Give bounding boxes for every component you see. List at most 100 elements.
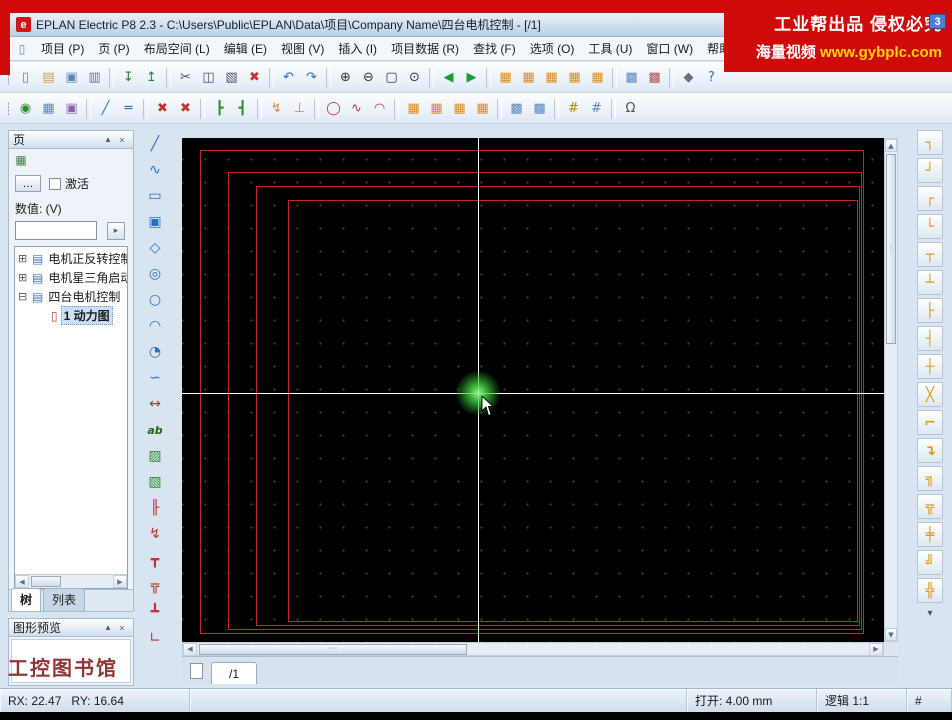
page-filter-icon[interactable]: ▦ (13, 152, 29, 168)
insert-symbol-icon[interactable]: ◉ (15, 98, 36, 119)
toolbar-separator[interactable] (109, 67, 114, 88)
canvas-horizontal-scrollbar[interactable]: ◀ ⋯ ▶ (182, 642, 884, 656)
rectangle-tool-icon[interactable]: ▭ (143, 184, 167, 208)
terminal-icon[interactable]: ◯ (323, 98, 344, 119)
next-page-icon[interactable]: ▶ (461, 67, 482, 88)
remove-connection-icon[interactable]: ✖ (175, 98, 196, 119)
t-node-right-icon[interactable]: ├ (917, 298, 943, 323)
menu-layout-space[interactable]: 布局空间 (L) (137, 37, 217, 60)
tree-item-project-3[interactable]: ⊟ ▤ 四台电机控制 (15, 287, 127, 306)
tab-list[interactable]: 列表 (43, 588, 86, 611)
paste-icon[interactable]: ▧ (221, 67, 242, 88)
tree-item-page-1[interactable]: ▯ 1 动力图 (15, 306, 127, 325)
toolbar-separator[interactable] (554, 98, 559, 119)
tree-horizontal-scrollbar[interactable]: ◀ ▶ (15, 574, 127, 588)
message-management-icon[interactable]: ▦ (564, 67, 585, 88)
scroll-up-icon[interactable]: ▲ (885, 139, 897, 152)
scroll-thumb[interactable]: ⋯ (199, 643, 467, 655)
zoom-window-icon[interactable]: ▢ (381, 67, 402, 88)
polyline-tool-icon[interactable]: ∿ (143, 158, 167, 182)
plc-navigator-icon[interactable]: ▦ (449, 98, 470, 119)
layer-management-icon[interactable]: ▩ (621, 67, 642, 88)
busbar-icon[interactable]: ═ (118, 98, 139, 119)
double-angle-icon[interactable]: ╗ (917, 466, 943, 491)
insert-macro-icon[interactable]: ▦ (38, 98, 59, 119)
scroll-thumb[interactable] (31, 576, 61, 587)
scroll-right-icon[interactable]: ▶ (869, 642, 883, 656)
t-node-left-icon[interactable]: ┣ (209, 98, 230, 119)
export-icon[interactable]: ↥ (141, 67, 162, 88)
t-node-up-icon[interactable]: ┴ (917, 270, 943, 295)
panel-collapse-icon[interactable]: ▴ (101, 621, 115, 635)
toolbar-separator[interactable] (394, 98, 399, 119)
device-navigator-icon[interactable]: ▦ (495, 67, 516, 88)
zoom-fit-icon[interactable]: ⊙ (404, 67, 425, 88)
dimension-tool-icon[interactable]: ↔ (143, 392, 167, 416)
angle-down-right-icon[interactable]: ┌ (917, 186, 943, 211)
tree-item-project-1[interactable]: ⊞ ▤ 电机正反转控制 (15, 249, 127, 268)
potential-icon[interactable]: ⊥ (289, 98, 310, 119)
menu-project-data[interactable]: 项目数据 (R) (384, 37, 466, 60)
interruption-point-icon[interactable]: ↯ (266, 98, 287, 119)
delete-placement-icon[interactable]: ✖ (152, 98, 173, 119)
copy-icon[interactable]: ◫ (198, 67, 219, 88)
new-page-icon[interactable]: ▯ (15, 67, 36, 88)
schematic-canvas[interactable] (182, 138, 884, 642)
canvas-vertical-scrollbar[interactable]: ▲ ⋮ ▼ (884, 138, 898, 642)
tree-expand-icon[interactable]: ⊟ (18, 290, 29, 303)
double-t-node-icon[interactable]: ╦ (917, 494, 943, 519)
scroll-right-icon[interactable]: ▶ (113, 575, 127, 588)
toolbar-separator[interactable] (269, 67, 274, 88)
scroll-left-icon[interactable]: ◀ (15, 575, 29, 588)
image-tool-icon[interactable]: ▧ (143, 470, 167, 494)
menu-page[interactable]: 页 (P) (91, 37, 136, 60)
import-icon[interactable]: ↧ (118, 67, 139, 88)
spline-tool-icon[interactable]: ∽ (143, 366, 167, 390)
sheet-icon[interactable] (190, 663, 203, 679)
previous-page-icon[interactable]: ◀ (438, 67, 459, 88)
circle-tool-icon[interactable]: ◎ (143, 262, 167, 286)
print-icon[interactable]: ▥ (84, 67, 105, 88)
delete-icon[interactable]: ✖ (244, 67, 265, 88)
toolbar-separator[interactable] (200, 98, 205, 119)
lightning-tool-icon[interactable]: ↯ (143, 522, 167, 546)
dimension-baseline-icon[interactable]: ╟ (143, 496, 167, 520)
toolbar-separator[interactable] (486, 67, 491, 88)
menu-options[interactable]: 选项 (O) (523, 37, 582, 60)
angle-up-left-icon[interactable]: ┘ (917, 158, 943, 183)
arc-tool-icon[interactable]: ◠ (143, 314, 167, 338)
crossing-icon[interactable]: ╳ (917, 382, 943, 407)
scroll-down-icon[interactable]: ▼ (885, 628, 897, 641)
terminal-navigator-icon[interactable]: ▦ (403, 98, 424, 119)
break-point-icon[interactable]: ╪ (917, 522, 943, 547)
toolbar-separator[interactable] (429, 67, 434, 88)
toolbar-separator[interactable] (669, 67, 674, 88)
hatch-tool-icon[interactable]: ▨ (143, 444, 167, 468)
double-cross-icon[interactable]: ╬ (917, 578, 943, 603)
apply-value-button[interactable]: ▸ (107, 221, 125, 240)
text-tool-icon[interactable]: ab (143, 418, 167, 442)
ellipse-tool-icon[interactable]: ○ (143, 288, 167, 312)
scroll-thumb[interactable]: ⋮ (886, 154, 896, 344)
tab-tree[interactable]: 树 (11, 588, 42, 611)
zoom-in-icon[interactable]: ⊕ (335, 67, 356, 88)
page-navigator-icon[interactable]: ▦ (518, 67, 539, 88)
cable-definition-icon[interactable]: ∿ (346, 98, 367, 119)
t-symbol-double-icon[interactable]: ╦ (143, 574, 167, 598)
t-node-left-icon[interactable]: ┤ (917, 326, 943, 351)
tree-item-project-2[interactable]: ⊞ ▤ 电机星三角启动 (15, 268, 127, 287)
connections-navigator-icon[interactable]: ▦ (587, 67, 608, 88)
menu-find[interactable]: 查找 (F) (466, 37, 523, 60)
cross-connection-icon[interactable]: ┼ (917, 354, 943, 379)
plot-frame-icon[interactable]: ▩ (644, 67, 665, 88)
page-properties-icon[interactable]: ▣ (61, 67, 82, 88)
numbering-settings-icon[interactable]: # (586, 98, 607, 119)
connection-line-icon[interactable]: ╱ (95, 98, 116, 119)
pin-icon[interactable]: ◆ (678, 67, 699, 88)
t-symbol-down-icon[interactable]: ┻ (143, 600, 167, 624)
edit-properties-icon[interactable]: ▩ (529, 98, 550, 119)
t-node-down-icon[interactable]: ┬ (917, 242, 943, 267)
toolbar-separator[interactable] (611, 98, 616, 119)
interruption-navigator-icon[interactable]: ▦ (472, 98, 493, 119)
rectangle-corner-tool-icon[interactable]: ▣ (143, 210, 167, 234)
